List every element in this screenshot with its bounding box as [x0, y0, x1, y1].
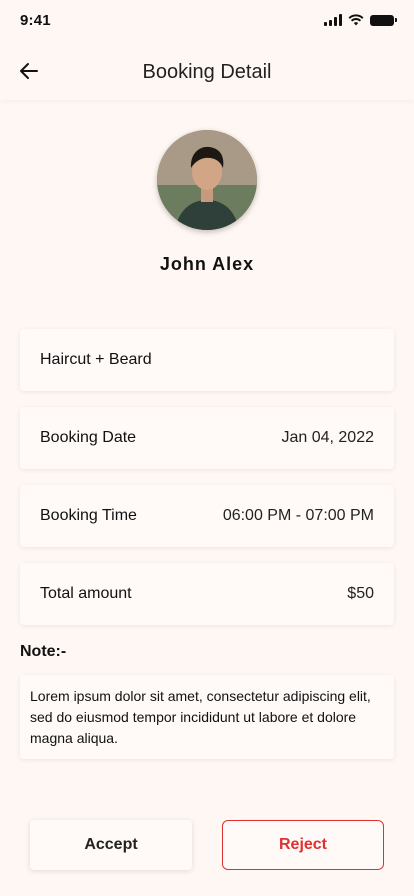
note-text: Lorem ipsum dolor sit amet, consectetur …: [20, 675, 394, 759]
total-amount-label: Total amount: [40, 585, 132, 602]
service-label: Haircut + Beard: [40, 351, 152, 368]
wifi-icon: [348, 14, 364, 26]
accept-button[interactable]: Accept: [30, 820, 192, 870]
back-arrow-icon: [20, 63, 38, 79]
booking-time-value: 06:00 PM - 07:00 PM: [222, 507, 374, 524]
status-time: 9:41: [20, 11, 51, 29]
status-icons: [324, 14, 397, 26]
booking-date-card: Booking Date Jan 04, 2022: [20, 407, 394, 469]
note-label: Note:-: [20, 643, 67, 660]
customer-name: John Alex: [159, 254, 255, 274]
booking-time-label: Booking Time: [40, 507, 137, 524]
back-button[interactable]: [14, 56, 44, 86]
status-bar: 9:41: [0, 0, 414, 44]
total-amount-value: $50: [347, 585, 374, 602]
header: Booking Detail: [0, 44, 414, 100]
battery-icon: [370, 14, 397, 26]
cellular-signal-icon: [324, 14, 342, 26]
service-card: Haircut + Beard: [20, 329, 394, 391]
total-amount-card: Total amount $50: [20, 563, 394, 625]
page-title: Booking Detail: [142, 60, 272, 83]
booking-date-value: Jan 04, 2022: [281, 429, 374, 446]
avatar-portrait: [157, 130, 257, 230]
booking-time-card: Booking Time 06:00 PM - 07:00 PM: [20, 485, 394, 547]
booking-date-label: Booking Date: [40, 429, 137, 446]
reject-button[interactable]: Reject: [222, 820, 384, 870]
customer-avatar: [157, 130, 257, 230]
